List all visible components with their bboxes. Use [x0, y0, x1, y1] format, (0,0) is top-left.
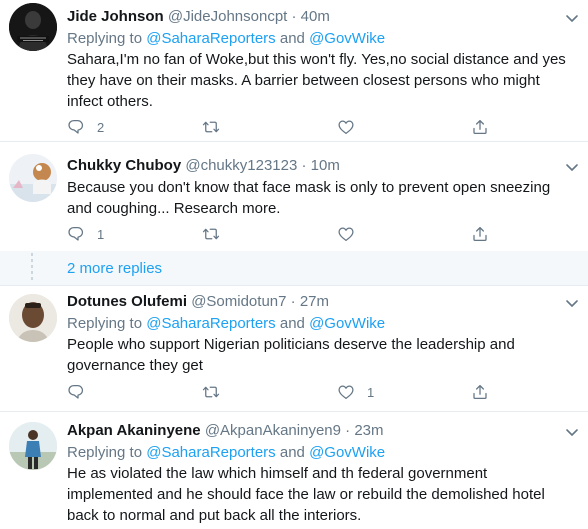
avatar[interactable] — [9, 154, 57, 202]
display-name[interactable]: Chukky Chuboy — [67, 157, 181, 174]
more-replies-link[interactable]: 2 more replies — [67, 259, 162, 279]
chevron-down-icon[interactable] — [564, 295, 580, 311]
mention-link[interactable]: @SaharaReporters — [146, 30, 275, 47]
thread-dots — [31, 253, 33, 283]
mention-link[interactable]: @SaharaReporters — [146, 315, 275, 332]
reply-icon — [68, 226, 84, 241]
reply-icon — [68, 384, 84, 399]
retweet-icon — [202, 121, 220, 133]
share-button[interactable] — [471, 117, 489, 137]
like-icon — [338, 120, 354, 135]
user-handle[interactable]: @chukky123123 — [185, 157, 297, 174]
reply-icon — [68, 119, 84, 134]
user-handle[interactable]: @AkpanAkaninyen9 — [205, 422, 341, 439]
tweet-jide-johnson[interactable]: Jide Johnson @JideJohnsoncpt · 40m Reply… — [0, 0, 588, 140]
separator-dot: · — [301, 157, 307, 174]
tweet-header: Akpan Akaninyene @AkpanAkaninyen9 · 23m — [67, 421, 384, 441]
chevron-down-icon[interactable] — [564, 10, 580, 26]
and-text: and — [279, 30, 305, 47]
chevron-down-icon[interactable] — [564, 159, 580, 175]
timestamp[interactable]: 27m — [300, 293, 329, 310]
and-text: and — [279, 315, 305, 332]
tweet-actions: 1 — [67, 224, 527, 244]
tweet-actions: 1 — [67, 382, 527, 402]
share-icon — [473, 119, 487, 135]
mention-link[interactable]: @GovWike — [309, 30, 385, 47]
tweet-akpan-akaninyene[interactable]: Akpan Akaninyene @AkpanAkaninyen9 · 23m … — [0, 412, 588, 529]
retweet-button[interactable] — [202, 117, 220, 137]
tweet-text: Sahara,I'm no fan of Woke,but this won't… — [67, 51, 566, 110]
reply-count: 2 — [97, 119, 105, 135]
separator-dot: · — [345, 422, 351, 439]
separator-dot: · — [291, 8, 297, 25]
user-handle[interactable]: @Somidotun7 — [191, 293, 286, 310]
reply-button[interactable] — [67, 382, 85, 402]
replying-prefix: Replying to — [67, 315, 143, 332]
mention-link[interactable]: @GovWike — [309, 444, 385, 461]
share-icon — [473, 226, 487, 242]
reply-count: 1 — [97, 226, 105, 242]
replying-to: Replying to @SaharaReporters and @GovWik… — [67, 443, 385, 463]
avatar-image — [9, 294, 57, 342]
like-button[interactable]: 1 — [337, 382, 374, 402]
replying-prefix: Replying to — [67, 30, 143, 47]
tweet-text: Because you don't know that face mask is… — [67, 179, 551, 217]
avatar-image — [9, 3, 57, 51]
share-icon — [473, 384, 487, 400]
timestamp[interactable]: 40m — [301, 8, 330, 25]
like-icon — [338, 385, 354, 400]
display-name[interactable]: Akpan Akaninyene — [67, 422, 201, 439]
replying-to: Replying to @SaharaReporters and @GovWik… — [67, 314, 385, 334]
separator-dot: · — [290, 293, 296, 310]
avatar[interactable] — [9, 3, 57, 51]
display-name[interactable]: Dotunes Olufemi — [67, 293, 187, 310]
more-replies-row[interactable]: 2 more replies — [0, 251, 588, 285]
timestamp[interactable]: 23m — [354, 422, 383, 439]
tweet-header: Chukky Chuboy @chukky123123 · 10m — [67, 156, 340, 176]
tweet-dotunes-olufemi[interactable]: Dotunes Olufemi @Somidotun7 · 27m Replyi… — [0, 286, 588, 410]
like-count: 1 — [367, 384, 375, 400]
display-name[interactable]: Jide Johnson — [67, 8, 164, 25]
mention-link[interactable]: @SaharaReporters — [146, 444, 275, 461]
chevron-down-icon[interactable] — [564, 424, 580, 440]
retweet-button[interactable] — [202, 224, 220, 244]
share-button[interactable] — [471, 224, 489, 244]
avatar[interactable] — [9, 422, 57, 470]
tweet-text: He as violated the law which himself and… — [67, 465, 545, 524]
reply-button[interactable]: 2 — [67, 117, 104, 137]
like-button[interactable] — [337, 117, 355, 137]
tweet-text: People who support Nigerian politicians … — [67, 336, 515, 374]
retweet-icon — [202, 228, 220, 240]
tweet-header: Jide Johnson @JideJohnsoncpt · 40m — [67, 7, 330, 27]
tweet-actions: 2 — [67, 117, 527, 137]
like-button[interactable] — [337, 224, 355, 244]
retweet-icon — [202, 386, 220, 398]
reply-button[interactable]: 1 — [67, 224, 104, 244]
replying-prefix: Replying to — [67, 444, 143, 461]
avatar-image — [9, 422, 57, 470]
replying-to: Replying to @SaharaReporters and @GovWik… — [67, 29, 385, 49]
avatar-image — [9, 154, 57, 202]
avatar[interactable] — [9, 294, 57, 342]
mention-link[interactable]: @GovWike — [309, 315, 385, 332]
user-handle[interactable]: @JideJohnsoncpt — [168, 8, 287, 25]
and-text: and — [279, 444, 305, 461]
like-icon — [338, 227, 354, 242]
timestamp[interactable]: 10m — [311, 157, 340, 174]
share-button[interactable] — [471, 382, 489, 402]
tweet-chukky-chuboy[interactable]: Chukky Chuboy @chukky123123 · 10m Becaus… — [0, 142, 588, 250]
retweet-button[interactable] — [202, 382, 220, 402]
tweet-header: Dotunes Olufemi @Somidotun7 · 27m — [67, 292, 329, 312]
